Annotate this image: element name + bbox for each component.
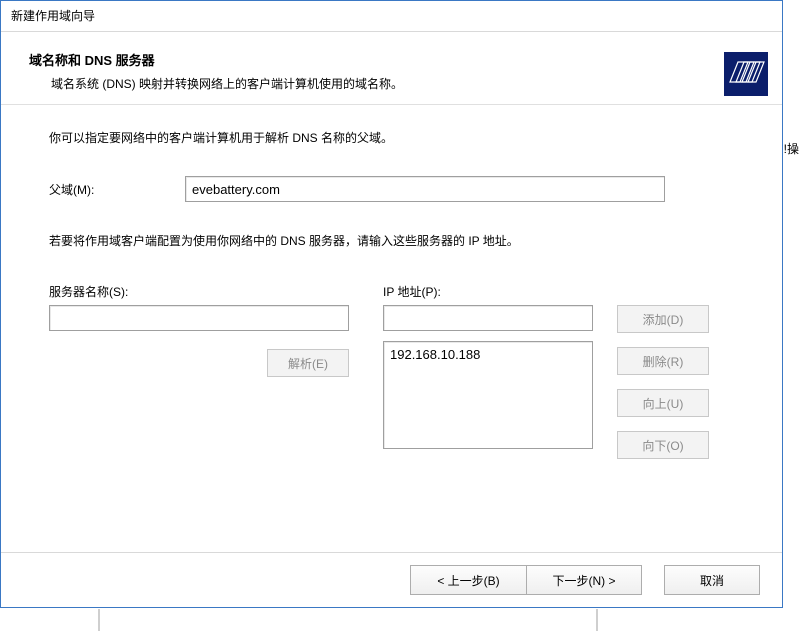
move-down-button[interactable]: 向下(O) (617, 431, 709, 459)
header-subtitle: 域名系统 (DNS) 映射并转换网络上的客户端计算机使用的域名称。 (51, 75, 758, 92)
wizard-dialog: 新建作用域向导 域名称和 DNS 服务器 域名系统 (DNS) 映射并转换网络上… (0, 0, 783, 608)
background-divider-fragment (98, 609, 100, 631)
resolve-button[interactable]: 解析(E) (267, 349, 349, 377)
list-buttons-group: 添加(D) 删除(R) 向上(U) 向下(O) (617, 305, 709, 473)
dialog-title: 新建作用域向导 (11, 9, 95, 23)
dns-servers-grid: 服务器名称(S): IP 地址(P): 解析(E) 192.168.10.188… (49, 283, 742, 483)
remove-button[interactable]: 删除(R) (617, 347, 709, 375)
parent-domain-input[interactable] (185, 176, 665, 202)
ip-address-label: IP 地址(P): (383, 283, 441, 300)
wizard-content: 你可以指定要网络中的客户端计算机用于解析 DNS 名称的父域。 父域(M): 若… (1, 105, 782, 483)
wizard-banner-icon (724, 52, 768, 96)
parent-domain-label: 父域(M): (49, 181, 185, 198)
background-text-fragment: !操 (784, 140, 799, 157)
back-button[interactable]: < 上一步(B) (410, 565, 526, 595)
server-name-input[interactable] (49, 305, 349, 331)
background-divider-fragment (596, 609, 598, 631)
next-button[interactable]: 下一步(N) > (526, 565, 642, 595)
wizard-footer: < 上一步(B) 下一步(N) > 取消 (1, 552, 782, 607)
background-fragment: !操 (783, 0, 801, 631)
dialog-titlebar: 新建作用域向导 (1, 1, 782, 32)
parent-domain-row: 父域(M): (49, 176, 742, 202)
header-title: 域名称和 DNS 服务器 (29, 50, 758, 69)
server-name-label: 服务器名称(S): (49, 283, 128, 300)
instruction-dns-servers: 若要将作用域客户端配置为使用你网络中的 DNS 服务器，请输入这些服务器的 IP… (49, 232, 742, 249)
move-up-button[interactable]: 向上(U) (617, 389, 709, 417)
list-item[interactable]: 192.168.10.188 (390, 346, 586, 364)
cancel-button[interactable]: 取消 (664, 565, 760, 595)
ip-address-listbox[interactable]: 192.168.10.188 (383, 341, 593, 449)
ip-address-input[interactable] (383, 305, 593, 331)
instruction-parent-domain: 你可以指定要网络中的客户端计算机用于解析 DNS 名称的父域。 (49, 129, 742, 146)
add-button[interactable]: 添加(D) (617, 305, 709, 333)
wizard-header: 域名称和 DNS 服务器 域名系统 (DNS) 映射并转换网络上的客户端计算机使… (1, 32, 782, 104)
